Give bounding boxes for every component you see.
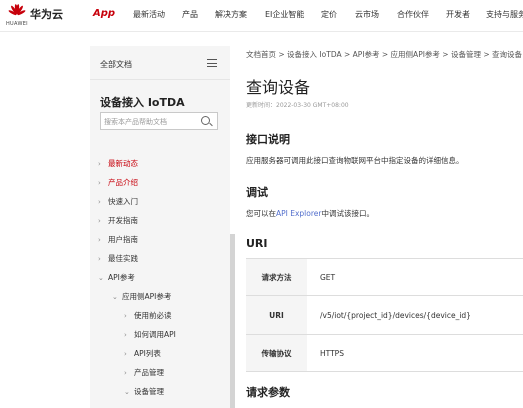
section-heading-interface: 接口说明 (246, 133, 290, 146)
huawei-cloud-logo[interactable]: 华为云 HUAWEI (6, 4, 66, 30)
tree-item-devguide[interactable]: › 开发指南 (98, 215, 138, 229)
table-value: GET (320, 273, 336, 282)
tree-item-label: API列表 (134, 349, 161, 358)
doc-search-input[interactable] (104, 115, 196, 128)
tree-item-label: 设备管理 (134, 387, 164, 396)
table-key: URI (246, 296, 307, 334)
nav-app[interactable]: App (93, 8, 115, 19)
huawei-logo-icon (8, 4, 26, 16)
updated-time: 更新时间：2022-03-30 GMT+08:00 (246, 102, 349, 109)
nav-item-products[interactable]: 产品 (182, 9, 198, 20)
chevron-right-icon: › (98, 198, 101, 206)
tree-item-app-api[interactable]: ⌄ 应用侧API参考 (112, 291, 171, 305)
tree-item-label: 产品管理 (134, 368, 164, 377)
breadcrumb[interactable]: 文档首页 > 设备接入 IoTDA > API参考 > 应用侧API参考 > 设… (246, 49, 522, 60)
tree-item-howto[interactable]: › 如何调用API (124, 329, 176, 343)
interface-description: 应用服务器可调用此接口查询物联网平台中指定设备的详细信息。 (246, 156, 464, 165)
chevron-right-icon: › (98, 255, 101, 263)
section-heading-debug: 调试 (246, 186, 268, 199)
table-row: URI /v5/iot/{project_id}/devices/{device… (246, 296, 523, 335)
menu-icon[interactable] (207, 59, 217, 67)
section-heading-uri: URI (246, 237, 268, 250)
table-key: 传输协议 (246, 335, 307, 371)
tree-item-label: 最佳实践 (108, 254, 138, 263)
tree-item-label: API参考 (108, 273, 135, 282)
tree-item-label: 快速入门 (108, 197, 138, 206)
page-title: 查询设备 (246, 78, 311, 97)
nav-item-marketplace[interactable]: 云市场 (355, 9, 379, 20)
table-value: /v5/iot/{project_id}/devices/{device_id} (320, 311, 471, 320)
tree-item-label: 使用前必读 (134, 311, 172, 320)
debug-suffix: 中调试该接口。 (321, 209, 374, 218)
chevron-right-icon: › (98, 160, 101, 168)
top-nav: 华为云 HUAWEI App 最新活动 产品 解决方案 EI企业智能 定价 云市… (0, 0, 523, 32)
debug-prefix: 您可以在 (246, 209, 276, 218)
sidebar-scrollbar[interactable] (230, 234, 235, 408)
nav-item-pricing[interactable]: 定价 (321, 9, 337, 20)
tree-item-product-mgmt[interactable]: › 产品管理 (124, 367, 164, 381)
nav-item-events[interactable]: 最新活动 (133, 9, 165, 20)
nav-item-support[interactable]: 支持与服务 (486, 9, 523, 20)
chevron-right-icon: › (124, 331, 127, 339)
search-icon[interactable] (201, 116, 210, 125)
tree-item-apiref[interactable]: ⌄ API参考 (98, 272, 135, 286)
doc-sidebar: 全部文档 设备接入 IoTDA ›最新动态 ›产品介绍 ›快速入门 ›开发指南 … (90, 46, 230, 408)
tree-item-latest[interactable]: › 最新动态 (98, 158, 138, 172)
sidebar-title: 设备接入 IoTDA (100, 96, 185, 109)
brand-name: 华为云 (30, 8, 63, 21)
tree-item-userguide[interactable]: › 用户指南 (98, 234, 138, 248)
sidebar-header: 全部文档 (90, 46, 230, 80)
chevron-right-icon: › (98, 236, 101, 244)
chevron-down-icon: ⌄ (98, 274, 104, 282)
tree-item-device-mgmt[interactable]: ⌄ 设备管理 (124, 386, 164, 400)
doc-search-box[interactable] (100, 112, 218, 130)
chevron-right-icon: › (98, 179, 101, 187)
table-row: 传输协议 HTTPS (246, 335, 523, 372)
table-value: HTTPS (320, 349, 344, 358)
table-key: 请求方法 (246, 259, 307, 295)
tree-item-bestpractice[interactable]: › 最佳实践 (98, 253, 138, 267)
nav-item-developers[interactable]: 开发者 (446, 9, 470, 20)
tree-item-label: 如何调用API (134, 330, 176, 339)
tree-item-label: 最新动态 (108, 159, 138, 168)
section-heading-params: 请求参数 (246, 386, 290, 399)
uri-table: 请求方法 GET URI /v5/iot/{project_id}/device… (246, 258, 523, 372)
debug-description: 您可以在API Explorer中调试该接口。 (246, 208, 374, 219)
api-explorer-link[interactable]: API Explorer (276, 209, 321, 218)
tree-item-quickstart[interactable]: › 快速入门 (98, 196, 138, 210)
tree-item-label: 用户指南 (108, 235, 138, 244)
chevron-right-icon: › (98, 217, 101, 225)
nav-item-ei[interactable]: EI企业智能 (265, 9, 304, 20)
chevron-right-icon: › (124, 312, 127, 320)
tree-item-label: 开发指南 (108, 216, 138, 225)
tree-item-label: 产品介绍 (108, 178, 138, 187)
all-docs-label[interactable]: 全部文档 (100, 59, 132, 70)
chevron-right-icon: › (124, 369, 127, 377)
chevron-down-icon: ⌄ (124, 388, 130, 396)
nav-item-solutions[interactable]: 解决方案 (215, 9, 247, 20)
chevron-right-icon: › (124, 350, 127, 358)
tree-item-intro[interactable]: › 产品介绍 (98, 177, 138, 191)
table-row: 请求方法 GET (246, 259, 523, 296)
brand-subtitle: HUAWEI (6, 21, 28, 27)
tree-item-readme[interactable]: › 使用前必读 (124, 310, 172, 324)
tree-item-label: 应用侧API参考 (122, 292, 172, 301)
nav-item-partners[interactable]: 合作伙伴 (397, 9, 429, 20)
tree-item-apilist[interactable]: › API列表 (124, 348, 161, 362)
chevron-down-icon: ⌄ (112, 293, 118, 301)
